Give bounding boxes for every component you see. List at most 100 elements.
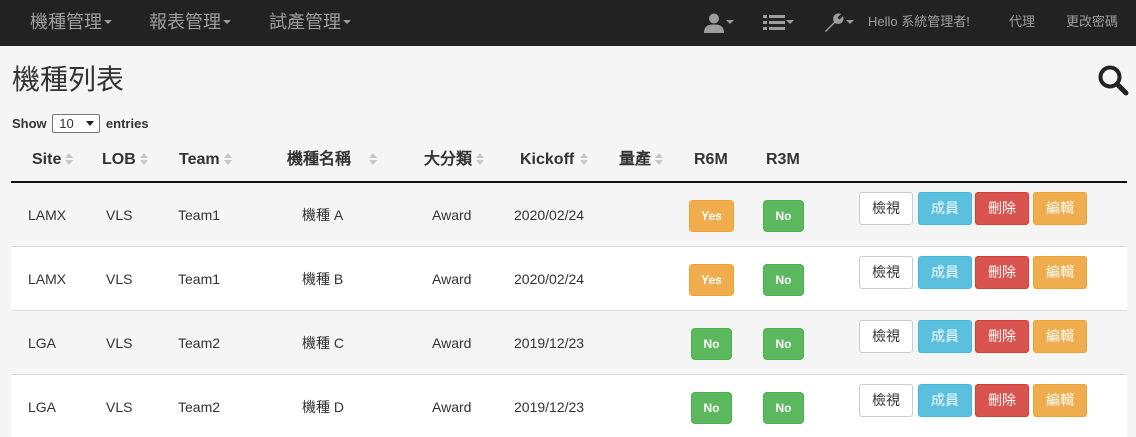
settings-menu[interactable] bbox=[823, 12, 854, 34]
cell-model-name: 機種 D bbox=[302, 399, 344, 415]
user-menu[interactable] bbox=[703, 12, 734, 34]
menu-trial-production-management[interactable]: 試產管理 bbox=[269, 0, 351, 46]
r3m-toggle-button[interactable]: No bbox=[763, 264, 804, 296]
cell-category: Award bbox=[432, 271, 472, 287]
sort-icon bbox=[369, 153, 378, 165]
r6m-toggle-button[interactable]: No bbox=[691, 392, 732, 424]
cell-site: LAMX bbox=[28, 207, 67, 223]
user-icon bbox=[704, 13, 724, 33]
table-body: LAMX VLS Team1 機種 A Award 2020/02/24 Yes No 檢視 成員… bbox=[11, 183, 1127, 437]
entries-per-page-select[interactable]: 10 bbox=[52, 114, 101, 133]
cell-lob: VLS bbox=[106, 399, 133, 415]
search-button[interactable] bbox=[1097, 64, 1129, 96]
top-navbar: 機種管理 報表管理 試產管理 Hello 系統管理者! 代理 更改密碼 bbox=[0, 0, 1136, 46]
r3m-toggle-button[interactable]: No bbox=[763, 392, 804, 424]
cell-lob: VLS bbox=[106, 335, 133, 351]
view-button[interactable]: 檢視 bbox=[859, 192, 913, 225]
edit-button[interactable]: 編輯 bbox=[1033, 384, 1087, 417]
view-button[interactable]: 檢視 bbox=[859, 384, 913, 417]
wrench-icon bbox=[825, 13, 844, 32]
column-header-lob[interactable]: LOB bbox=[102, 138, 148, 182]
members-button[interactable]: 成員 bbox=[918, 256, 972, 289]
cell-kickoff: 2019/12/23 bbox=[514, 399, 585, 415]
sort-icon bbox=[655, 153, 664, 165]
header-label: Team bbox=[179, 151, 220, 168]
cell-model-name: 機種 A bbox=[302, 207, 344, 223]
table-header: Site LOB Team 機種名稱 大分類 Kickoff 量產 R6M R3… bbox=[11, 138, 1127, 183]
menu-label: 報表管理 bbox=[149, 12, 221, 32]
edit-button[interactable]: 編輯 bbox=[1033, 256, 1087, 289]
change-password-link[interactable]: 更改密碼 bbox=[1066, 0, 1118, 46]
column-header-mass-production[interactable]: 量產 bbox=[619, 138, 664, 182]
header-label: 量產 bbox=[619, 151, 652, 168]
cell-model-name: 機種 B bbox=[302, 271, 344, 287]
cell-site: LGA bbox=[28, 335, 57, 351]
model-table: Site LOB Team 機種名稱 大分類 Kickoff 量產 R6M R3… bbox=[11, 138, 1127, 437]
column-header-team[interactable]: Team bbox=[179, 138, 232, 182]
cell-kickoff: 2020/02/24 bbox=[514, 207, 585, 223]
column-header-category[interactable]: 大分類 bbox=[424, 138, 485, 182]
column-header-model-name[interactable]: 機種名稱 bbox=[287, 138, 378, 182]
proxy-link[interactable]: 代理 bbox=[1009, 0, 1035, 46]
cell-category: Award bbox=[432, 399, 472, 415]
list-icon bbox=[763, 15, 785, 30]
delete-button[interactable]: 刪除 bbox=[975, 256, 1029, 289]
menu-report-management[interactable]: 報表管理 bbox=[149, 0, 231, 46]
members-button[interactable]: 成員 bbox=[918, 192, 972, 225]
column-header-r6m: R6M bbox=[694, 138, 728, 182]
menu-model-management[interactable]: 機種管理 bbox=[30, 0, 112, 46]
cell-category: Award bbox=[432, 207, 472, 223]
cell-kickoff: 2019/12/23 bbox=[514, 335, 585, 351]
header-label: R3M bbox=[766, 151, 800, 168]
delete-button[interactable]: 刪除 bbox=[975, 384, 1029, 417]
sort-icon bbox=[223, 153, 232, 165]
entries-per-page-value: 10 bbox=[59, 116, 74, 131]
cell-team: Team2 bbox=[178, 399, 221, 415]
table-row: LGA VLS Team2 機種 C Award 2019/12/23 No No 檢視 成員 刪除… bbox=[11, 311, 1127, 375]
r6m-toggle-button[interactable]: Yes bbox=[689, 200, 734, 232]
column-header-r3m: R3M bbox=[766, 138, 800, 182]
sort-icon bbox=[580, 153, 589, 165]
table-row: LAMX VLS Team1 機種 B Award 2020/02/24 Yes No 檢視 成員… bbox=[11, 247, 1127, 311]
caret-down-icon bbox=[343, 20, 351, 25]
header-label: Kickoff bbox=[520, 151, 575, 168]
entries-length-control: Show 10 entries bbox=[12, 114, 149, 134]
page-title: 機種列表 bbox=[12, 64, 125, 95]
cell-team: Team1 bbox=[178, 271, 221, 287]
edit-button[interactable]: 編輯 bbox=[1033, 320, 1087, 353]
caret-down-icon bbox=[223, 20, 231, 25]
header-label: LOB bbox=[102, 151, 136, 168]
delete-button[interactable]: 刪除 bbox=[975, 192, 1029, 225]
cell-category: Award bbox=[432, 335, 472, 351]
edit-button[interactable]: 編輯 bbox=[1033, 192, 1087, 225]
r6m-toggle-button[interactable]: No bbox=[691, 328, 732, 360]
cell-team: Team1 bbox=[178, 207, 221, 223]
r3m-toggle-button[interactable]: No bbox=[763, 328, 804, 360]
r6m-toggle-button[interactable]: Yes bbox=[689, 264, 734, 296]
members-button[interactable]: 成員 bbox=[918, 320, 972, 353]
list-menu[interactable] bbox=[763, 12, 794, 34]
greeting-text: Hello 系統管理者! bbox=[868, 14, 970, 29]
view-button[interactable]: 檢視 bbox=[859, 320, 913, 353]
members-button[interactable]: 成員 bbox=[918, 384, 972, 417]
table-row: LGA VLS Team2 機種 D Award 2019/12/23 No No 檢視 成員 刪除… bbox=[11, 375, 1127, 437]
menu-label: 機種管理 bbox=[30, 12, 102, 32]
caret-down-icon bbox=[846, 20, 854, 24]
header-label: Site bbox=[32, 151, 62, 168]
column-header-kickoff[interactable]: Kickoff bbox=[520, 138, 589, 182]
cell-kickoff: 2020/02/24 bbox=[514, 271, 585, 287]
cell-model-name: 機種 C bbox=[302, 335, 344, 351]
view-button[interactable]: 檢視 bbox=[859, 256, 913, 289]
cell-lob: VLS bbox=[106, 271, 133, 287]
column-header-site[interactable]: Site bbox=[32, 138, 74, 182]
header-label: R6M bbox=[694, 151, 728, 168]
r3m-toggle-button[interactable]: No bbox=[763, 200, 804, 232]
header-label: 大分類 bbox=[424, 151, 473, 168]
cell-site: LAMX bbox=[28, 271, 67, 287]
delete-button[interactable]: 刪除 bbox=[975, 320, 1029, 353]
menu-label: 試產管理 bbox=[269, 12, 341, 32]
show-label: Show bbox=[12, 116, 47, 131]
cell-lob: VLS bbox=[106, 207, 133, 223]
table-row: LAMX VLS Team1 機種 A Award 2020/02/24 Yes No 檢視 成員… bbox=[11, 183, 1127, 247]
cell-site: LGA bbox=[28, 399, 57, 415]
